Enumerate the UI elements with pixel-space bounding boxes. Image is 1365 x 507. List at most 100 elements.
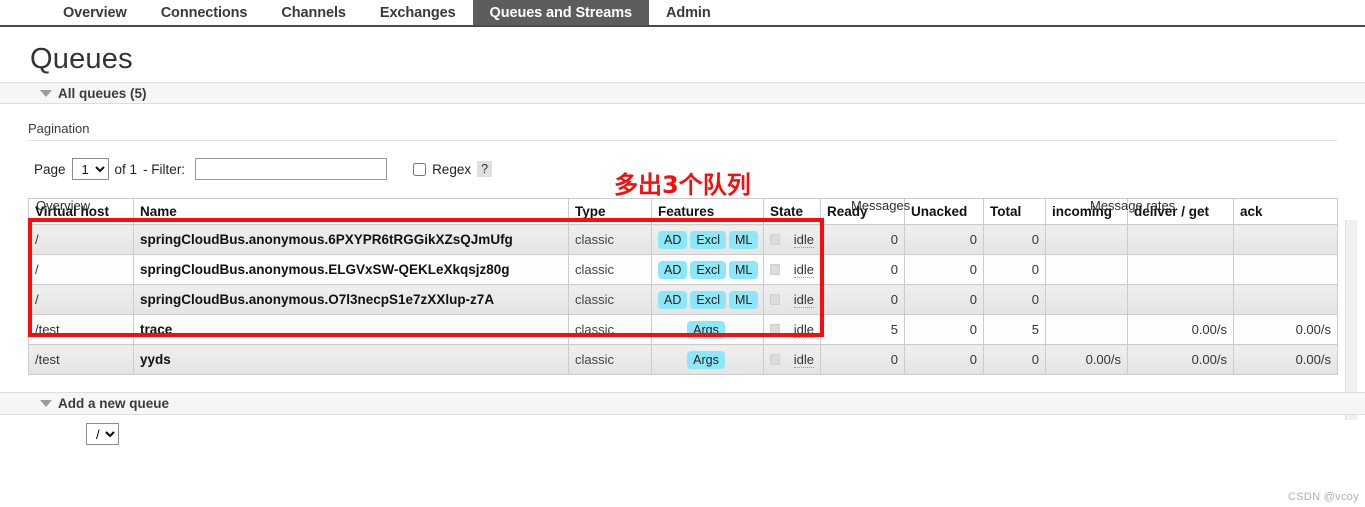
state-badge: idle [770,352,814,368]
cell-ready: 0 [820,224,905,255]
table-row[interactable]: / springCloudBus.anonymous.O7l3necpS1e7zX… [28,284,1338,315]
state-badge: idle [770,232,814,248]
feature-badge: Excl [690,290,726,309]
cell-ack [1233,284,1338,315]
cell-incoming [1045,284,1128,315]
cell-virtual-host: / [28,224,134,255]
queues-table-area: Overview Messages Message rates Virtual … [28,198,1357,420]
cell-deliver-get [1127,224,1234,255]
cell-state: idle [763,314,821,345]
state-label: idle [793,291,814,308]
cell-type: classic [568,284,652,315]
table-row[interactable]: /test trace classic Args idle 5 0 5 0.00/s 0.00/s [28,314,1338,345]
page-select[interactable]: 1 [71,158,109,180]
cell-ack [1233,254,1338,285]
tab-connections[interactable]: Connections [144,0,265,25]
tab-admin[interactable]: Admin [649,0,728,25]
group-header-messages: Messages [851,198,911,213]
state-indicator-icon [770,294,780,305]
cell-ready: 0 [820,344,905,375]
page-of-label: of 1 [114,161,138,177]
table-row[interactable]: / springCloudBus.anonymous.6PXYPR6tRGGikX… [28,224,1338,255]
cell-ack: 0.00/s [1233,314,1338,345]
state-label: idle [793,321,814,338]
cell-features: AD Excl ML [651,254,764,285]
feature-badge: Excl [690,260,726,279]
tab-channels[interactable]: Channels [264,0,362,25]
tab-exchanges[interactable]: Exchanges [363,0,473,25]
state-badge: idle [770,322,814,338]
feature-badge: ML [729,230,759,249]
add-queue-section-header[interactable]: Add a new queue [0,392,1365,415]
cell-type: classic [568,344,652,375]
feature-badge: Excl [690,230,726,249]
vertical-scrollbar[interactable] [1345,220,1357,420]
cell-total: 0 [983,344,1046,375]
column-header-type[interactable]: Type [568,198,652,225]
add-queue-vhost-select[interactable]: / [86,423,119,445]
table-row[interactable]: / springCloudBus.anonymous.ELGVxSW-QEKLeX… [28,254,1338,285]
cell-state: idle [763,224,821,255]
column-header-name[interactable]: Name [133,198,569,225]
table-row[interactable]: /test yyds classic Args idle 0 0 0 0.00/s 0.00/s 0… [28,344,1338,375]
feature-badge: AD [658,260,688,279]
cell-total: 0 [983,254,1046,285]
cell-virtual-host: / [28,284,134,315]
cell-deliver-get [1127,254,1234,285]
regex-label: Regex [432,161,472,177]
state-badge: idle [770,292,814,308]
column-header-ack[interactable]: ack [1233,198,1338,225]
regex-group: Regex ? [413,161,493,177]
cell-incoming: 0.00/s [1045,344,1128,375]
column-header-unacked[interactable]: Unacked [904,198,984,225]
column-header-state[interactable]: State [763,198,821,225]
state-indicator-icon [770,234,780,245]
cell-incoming [1045,314,1128,345]
cell-queue-name[interactable]: springCloudBus.anonymous.6PXYPR6tRGGikXZ… [133,224,569,255]
state-indicator-icon [770,264,780,275]
state-label: idle [793,231,814,248]
tab-overview[interactable]: Overview [46,0,144,25]
cell-unacked: 0 [904,254,984,285]
cell-queue-name[interactable]: yyds [133,344,569,375]
cell-ready: 0 [820,284,905,315]
cell-queue-name[interactable]: springCloudBus.anonymous.O7l3necpS1e7zXX… [133,284,569,315]
pagination-legend: Pagination [28,121,90,136]
feature-badge: Args [687,320,725,339]
feature-badge: AD [658,230,688,249]
state-indicator-icon [770,324,780,335]
group-header-message-rates: Message rates [1090,198,1176,213]
main-navbar: Overview Connections Channels Exchanges … [0,0,1365,27]
cell-state: idle [763,284,821,315]
page-title: Queues [30,43,133,75]
cell-features: AD Excl ML [651,284,764,315]
cell-incoming [1045,224,1128,255]
cell-incoming [1045,254,1128,285]
cell-ready: 5 [820,314,905,345]
all-queues-label: All queues (5) [58,85,147,101]
watermark: CSDN @vcoy [1287,491,1359,503]
column-header-features[interactable]: Features [651,198,764,225]
tab-queues-and-streams[interactable]: Queues and Streams [472,0,649,25]
filter-input[interactable] [195,158,388,180]
cell-deliver-get [1127,284,1234,315]
help-icon[interactable]: ? [477,161,493,177]
chevron-down-icon-add-queue [40,400,52,407]
cell-queue-name[interactable]: springCloudBus.anonymous.ELGVxSW-QEKLeXk… [133,254,569,285]
state-label: idle [793,261,814,278]
feature-badge: ML [729,260,759,279]
cell-virtual-host: /test [28,344,134,375]
cell-total: 0 [983,284,1046,315]
cell-queue-name[interactable]: trace [133,314,569,345]
state-badge: idle [770,262,814,278]
cell-virtual-host: /test [28,314,134,345]
cell-type: classic [568,254,652,285]
all-queues-section-header[interactable]: All queues (5) [0,82,1365,104]
column-header-total[interactable]: Total [983,198,1046,225]
cell-unacked: 0 [904,314,984,345]
cell-unacked: 0 [904,284,984,315]
queues-table-body: / springCloudBus.anonymous.6PXYPR6tRGGikX… [28,224,1338,375]
pagination-section: Pagination Page 1 of 1 - Filter: Regex ? [28,121,1337,180]
group-header-overview: Overview [36,198,91,213]
regex-checkbox[interactable] [413,162,427,176]
